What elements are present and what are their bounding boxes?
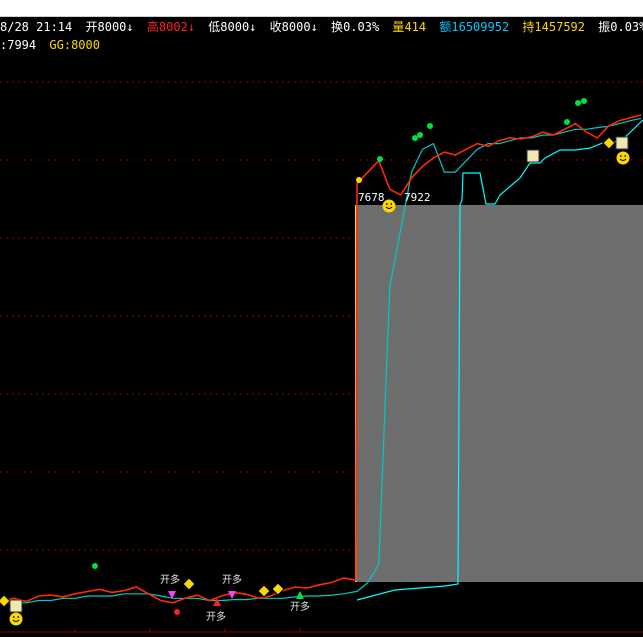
green-signal-dot-1 [377,156,383,162]
green-signal-dot-7 [581,98,587,104]
green-signal-dot-6 [575,100,581,106]
green-signal-dot-4 [427,123,433,129]
money-icon-2 [9,599,23,613]
signal-text-4: 开多 [290,600,310,613]
entry-dot [356,177,362,183]
smiley-icon-3 [9,612,23,626]
diamond-icon-3 [602,136,616,150]
buy-arrow-2 [296,591,304,599]
diamond-icon-2 [271,582,285,596]
diamond-icon-4 [0,594,11,608]
gray-position-block [357,205,643,582]
sell-arrow-2 [228,591,236,599]
diamond-icon-0 [182,577,196,591]
red-signal-dot [174,609,180,615]
money-icon-1 [615,136,629,150]
green-signal-dot-2 [412,135,418,141]
diamond-icon-1 [257,584,271,598]
green-signal-dot-3 [417,132,423,138]
green-signal-dot-0 [92,563,98,569]
money-icon-0 [526,149,540,163]
signal-text-2: 开多 [222,573,242,586]
smiley-icon-2 [616,151,630,165]
signal-text-3: 开多 [206,610,226,623]
green-signal-dot-5 [564,119,570,125]
level-right-label: 7922 [404,191,431,204]
level-left-label: 7678 [358,191,385,204]
signal-text-1: 开多 [160,573,180,586]
price-chart: 7678 7922 开多 开多 开多 开多 [0,81,643,633]
